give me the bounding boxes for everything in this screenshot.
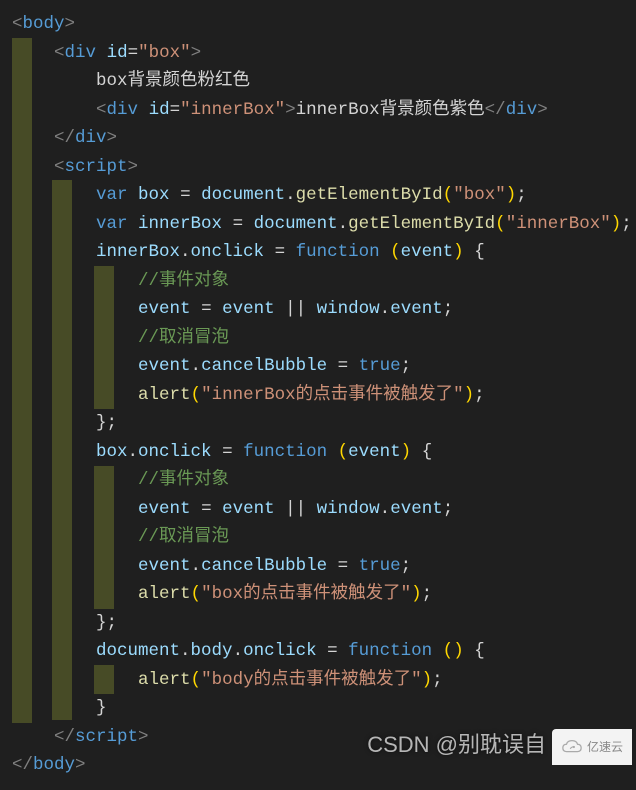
code-block: <body> <div id="box"> box背景颜色粉红色 <div id… (0, 0, 636, 790)
cloud-icon (561, 738, 583, 756)
csdn-watermark: CSDN @别耽误自 (367, 731, 546, 760)
yisu-logo: 亿速云 (552, 729, 632, 765)
yisu-text: 亿速云 (587, 733, 623, 762)
